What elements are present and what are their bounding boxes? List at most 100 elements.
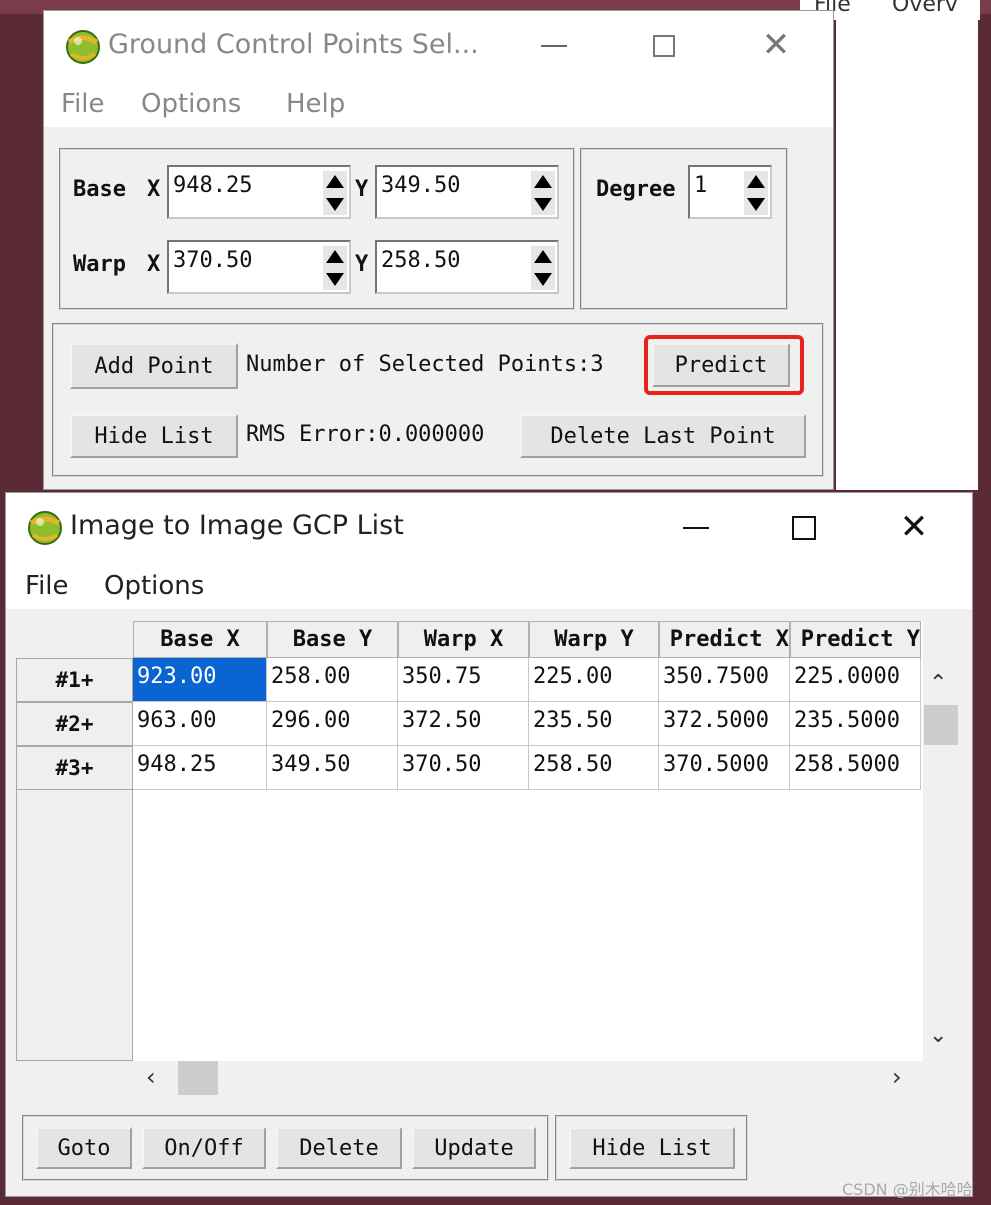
- base-y-label: Y: [355, 177, 369, 202]
- maximize-icon: [653, 35, 675, 57]
- menu-file[interactable]: File: [25, 571, 69, 601]
- gcp-window-title: Ground Control Points Sel...: [108, 29, 479, 60]
- base-y-value: 349.50: [381, 173, 461, 198]
- spin-up-icon[interactable]: [534, 250, 552, 263]
- table-cell[interactable]: 296.00: [267, 702, 398, 746]
- table-cell[interactable]: 349.50: [267, 746, 398, 790]
- envi-globe-icon: [66, 30, 100, 64]
- base-label: Base: [73, 177, 126, 202]
- base-y-field[interactable]: 349.50: [375, 165, 559, 219]
- column-header-predict-y[interactable]: Predict Y: [790, 621, 921, 658]
- scroll-up-icon[interactable]: ⌃: [929, 671, 947, 696]
- column-header-base-x[interactable]: Base X: [133, 621, 267, 658]
- table-cell[interactable]: 258.00: [267, 658, 398, 702]
- predict-button[interactable]: Predict: [652, 343, 790, 387]
- background-window-body: [836, 20, 978, 490]
- add-point-button[interactable]: Add Point: [70, 343, 238, 389]
- table-cell[interactable]: 258.50: [529, 746, 659, 790]
- background-menu-overview[interactable]: Overv: [892, 0, 958, 17]
- menu-options[interactable]: Options: [141, 89, 241, 119]
- vertical-scrollbar[interactable]: ⌃ ⌄: [923, 661, 959, 1061]
- spin-down-icon[interactable]: [534, 198, 552, 211]
- spin-up-icon[interactable]: [534, 175, 552, 188]
- degree-spinner[interactable]: [744, 171, 768, 215]
- maximize-button[interactable]: [644, 29, 684, 63]
- spin-down-icon[interactable]: [534, 273, 552, 286]
- table-cell[interactable]: 370.50: [398, 746, 529, 790]
- degree-field[interactable]: 1: [688, 165, 772, 219]
- spin-down-icon[interactable]: [326, 198, 344, 211]
- horizontal-scroll-thumb[interactable]: [178, 1061, 218, 1095]
- warp-y-field[interactable]: 258.50: [375, 240, 559, 294]
- list-titlebar[interactable]: Image to Image GCP List ✕: [6, 493, 972, 563]
- gcp-actions-group: Add Point Number of Selected Points:3 Pr…: [52, 323, 824, 477]
- warp-x-value: 370.50: [173, 248, 253, 273]
- table-cell[interactable]: 350.75: [398, 658, 529, 702]
- table-cell[interactable]: 923.00: [133, 658, 267, 702]
- column-header-warp-y[interactable]: Warp Y: [529, 621, 659, 658]
- list-hide-list-button[interactable]: Hide List: [569, 1127, 735, 1169]
- warp-x-spinner[interactable]: [323, 246, 347, 290]
- minimize-button[interactable]: [534, 29, 574, 63]
- minimize-icon: [683, 527, 709, 529]
- spin-down-icon[interactable]: [747, 198, 765, 211]
- table-cell[interactable]: 963.00: [133, 702, 267, 746]
- spin-up-icon[interactable]: [326, 175, 344, 188]
- table-cell[interactable]: 948.25: [133, 746, 267, 790]
- on-off-button[interactable]: On/Off: [142, 1127, 266, 1169]
- close-button[interactable]: ✕: [756, 25, 796, 65]
- minimize-icon: [541, 45, 567, 47]
- vertical-scroll-thumb[interactable]: [924, 705, 958, 745]
- row-header-1[interactable]: #1+: [16, 658, 133, 702]
- scroll-right-icon[interactable]: ›: [892, 1063, 902, 1091]
- column-header-predict-x[interactable]: Predict X: [659, 621, 790, 658]
- table-cell[interactable]: 225.00: [529, 658, 659, 702]
- base-x-label: X: [147, 177, 161, 202]
- minimize-button[interactable]: [676, 511, 716, 545]
- spin-down-icon[interactable]: [326, 273, 344, 286]
- table-cell[interactable]: 350.7500: [659, 658, 790, 702]
- base-x-field[interactable]: 948.25: [167, 165, 351, 219]
- table-cell[interactable]: 372.50: [398, 702, 529, 746]
- spin-up-icon[interactable]: [326, 250, 344, 263]
- menu-options[interactable]: Options: [104, 571, 204, 601]
- spin-up-icon[interactable]: [747, 175, 765, 188]
- base-x-spinner[interactable]: [323, 171, 347, 215]
- delete-button[interactable]: Delete: [276, 1127, 402, 1169]
- hide-list-button[interactable]: Hide List: [70, 414, 238, 458]
- table-cell[interactable]: 372.5000: [659, 702, 790, 746]
- scroll-down-icon[interactable]: ⌄: [929, 1023, 947, 1048]
- maximize-icon: [792, 516, 816, 540]
- table-cell[interactable]: 258.5000: [790, 746, 921, 790]
- delete-last-point-button[interactable]: Delete Last Point: [520, 414, 806, 458]
- table-cell[interactable]: 235.5000: [790, 702, 921, 746]
- table-cell[interactable]: 370.5000: [659, 746, 790, 790]
- update-button[interactable]: Update: [412, 1127, 536, 1169]
- close-button[interactable]: ✕: [894, 507, 934, 547]
- gcp-table: Base X Base Y Warp X Warp Y Predict X Pr…: [16, 621, 923, 1061]
- base-y-spinner[interactable]: [531, 171, 555, 215]
- base-x-value: 948.25: [173, 173, 253, 198]
- rms-error: RMS Error:0.000000: [246, 422, 485, 447]
- horizontal-scrollbar[interactable]: ‹ ›: [136, 1061, 923, 1097]
- menu-help[interactable]: Help: [286, 89, 345, 119]
- warp-y-value: 258.50: [381, 248, 461, 273]
- list-menubar: File Options: [6, 563, 972, 609]
- warp-x-label: X: [147, 252, 161, 277]
- row-header-3[interactable]: #3+: [16, 746, 133, 790]
- row-header-2[interactable]: #2+: [16, 702, 133, 746]
- table-corner: [16, 621, 133, 658]
- maximize-button[interactable]: [784, 511, 824, 545]
- goto-button[interactable]: Goto: [36, 1127, 132, 1169]
- warp-y-spinner[interactable]: [531, 246, 555, 290]
- list-window-title: Image to Image GCP List: [70, 510, 404, 541]
- selected-points-count: Number of Selected Points:3: [246, 352, 604, 377]
- column-header-base-y[interactable]: Base Y: [267, 621, 398, 658]
- scroll-left-icon[interactable]: ‹: [146, 1063, 156, 1091]
- menu-file[interactable]: File: [61, 89, 105, 119]
- warp-x-field[interactable]: 370.50: [167, 240, 351, 294]
- table-cell[interactable]: 225.0000: [790, 658, 921, 702]
- gcp-titlebar[interactable]: Ground Control Points Sel... ✕: [44, 11, 833, 81]
- column-header-warp-x[interactable]: Warp X: [398, 621, 529, 658]
- table-cell[interactable]: 235.50: [529, 702, 659, 746]
